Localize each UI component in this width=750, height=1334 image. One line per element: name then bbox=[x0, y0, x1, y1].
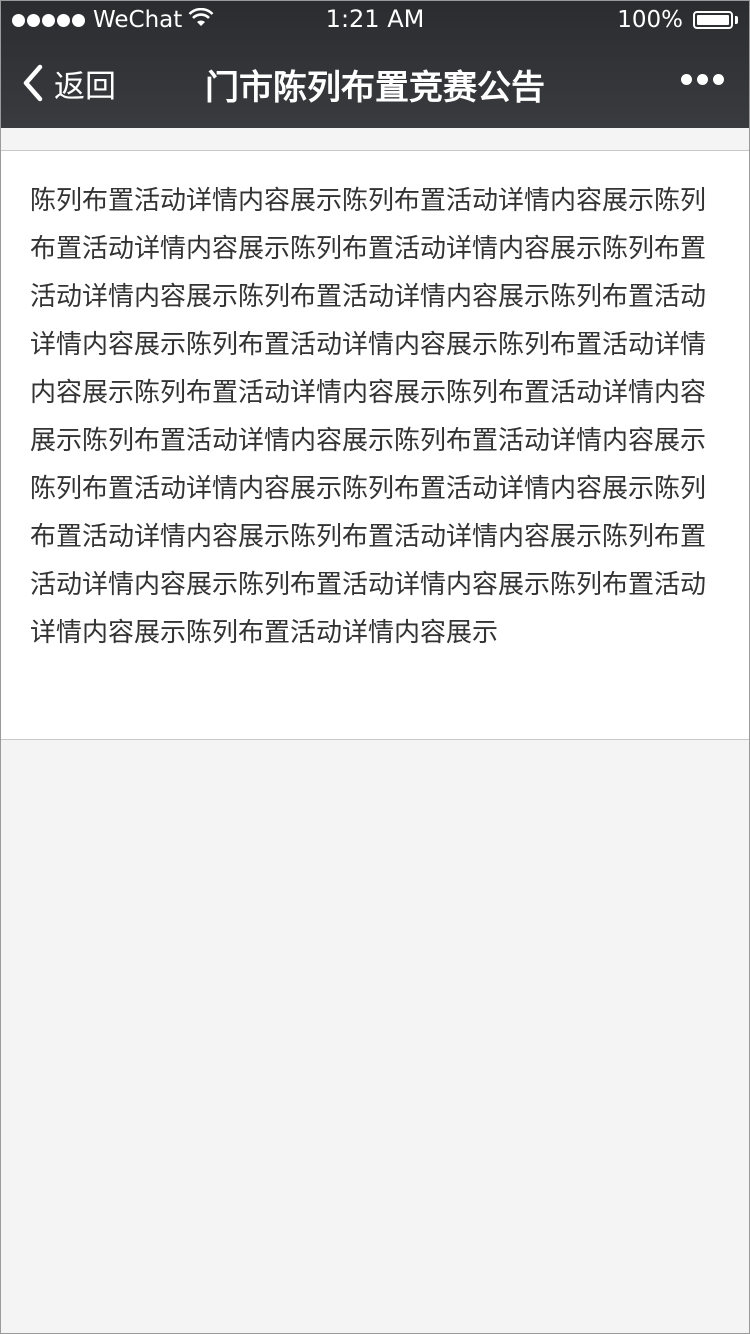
back-button[interactable]: 返回 bbox=[18, 58, 116, 108]
more-button[interactable] bbox=[676, 74, 724, 85]
navigation-bar: 返回 门市陈列布置竞赛公告 bbox=[0, 40, 750, 128]
top-bar: WeChat 1:21 AM 100% 返回 门市陈列布置竞赛公告 bbox=[0, 0, 750, 128]
battery-tip bbox=[735, 16, 738, 24]
battery-icon bbox=[693, 11, 733, 29]
page-title: 门市陈列布置竞赛公告 bbox=[205, 68, 545, 108]
chevron-left-icon bbox=[23, 64, 43, 102]
back-label: 返回 bbox=[54, 68, 116, 105]
more-icon-dot bbox=[697, 74, 708, 85]
more-icon bbox=[681, 74, 692, 85]
battery-percentage: 100% bbox=[617, 7, 683, 33]
article-card: 陈列布置活动详情内容展示陈列布置活动详情内容展示陈列布置活动详情内容展示陈列布置… bbox=[0, 150, 750, 740]
more-icon-dot bbox=[713, 74, 724, 85]
article-body: 陈列布置活动详情内容展示陈列布置活动详情内容展示陈列布置活动详情内容展示陈列布置… bbox=[30, 186, 707, 648]
status-bar: WeChat 1:21 AM 100% bbox=[0, 0, 750, 40]
status-right: 100% bbox=[617, 6, 738, 34]
